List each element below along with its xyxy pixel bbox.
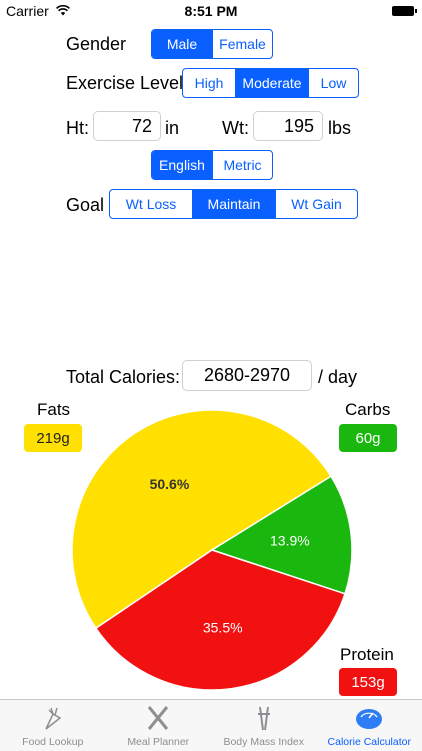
exercise-low-segment[interactable]: Low — [308, 69, 358, 97]
tab-meal-planner[interactable]: Meal Planner — [106, 700, 212, 751]
weight-label: Wt: — [222, 118, 249, 139]
units-metric-segment[interactable]: Metric — [212, 151, 272, 179]
fork-knife-icon — [143, 704, 173, 732]
height-unit: in — [165, 118, 179, 139]
height-input[interactable]: 72 — [93, 111, 161, 141]
goal-maintain-segment[interactable]: Maintain — [192, 190, 275, 218]
macro-pie-chart: 50.6% 13.9% 35.5% — [70, 408, 354, 692]
goal-segmented-control[interactable]: Wt Loss Maintain Wt Gain — [109, 189, 358, 219]
exercise-high-segment[interactable]: High — [183, 69, 235, 97]
tab-label: Body Mass Index — [223, 736, 304, 748]
food-icon — [38, 704, 68, 732]
clock: 8:51 PM — [0, 3, 422, 19]
total-calories-unit: / day — [318, 367, 357, 388]
fats-name: Fats — [37, 400, 70, 420]
battery-icon — [392, 6, 414, 16]
goal-wt-loss-segment[interactable]: Wt Loss — [110, 190, 192, 218]
tab-label: Calorie Calculator — [328, 736, 411, 748]
exercise-moderate-segment[interactable]: Moderate — [235, 69, 308, 97]
tab-bar: Food Lookup Meal Planner Body Mass Index… — [0, 699, 422, 751]
tab-food-lookup[interactable]: Food Lookup — [0, 700, 106, 751]
gender-female-segment[interactable]: Female — [212, 30, 272, 58]
scale-icon — [354, 704, 384, 732]
gender-segmented-control[interactable]: Male Female — [151, 29, 273, 59]
gender-male-segment[interactable]: Male — [152, 30, 212, 58]
tab-label: Meal Planner — [127, 736, 189, 748]
gender-label: Gender — [66, 34, 126, 55]
units-segmented-control[interactable]: English Metric — [151, 150, 273, 180]
goal-wt-gain-segment[interactable]: Wt Gain — [275, 190, 357, 218]
total-calories-label: Total Calories: — [66, 367, 180, 388]
weight-unit: lbs — [328, 118, 351, 139]
pie-label-fats: 50.6% — [150, 476, 190, 492]
pie-label-carbs: 13.9% — [270, 533, 310, 549]
calipers-icon — [249, 704, 279, 732]
exercise-level-label: Exercise Level — [66, 73, 183, 94]
total-calories-value: 2680-2970 — [182, 360, 312, 391]
height-label: Ht: — [66, 118, 89, 139]
pie-label-protein: 35.5% — [203, 620, 243, 636]
tab-body-mass-index[interactable]: Body Mass Index — [211, 700, 317, 751]
tab-label: Food Lookup — [22, 736, 83, 748]
exercise-segmented-control[interactable]: High Moderate Low — [182, 68, 359, 98]
units-english-segment[interactable]: English — [152, 151, 212, 179]
tab-calorie-calculator[interactable]: Calorie Calculator — [317, 700, 422, 751]
weight-input[interactable]: 195 — [253, 111, 323, 141]
status-bar: Carrier 8:51 PM — [0, 0, 422, 22]
goal-label: Goal — [66, 195, 104, 216]
